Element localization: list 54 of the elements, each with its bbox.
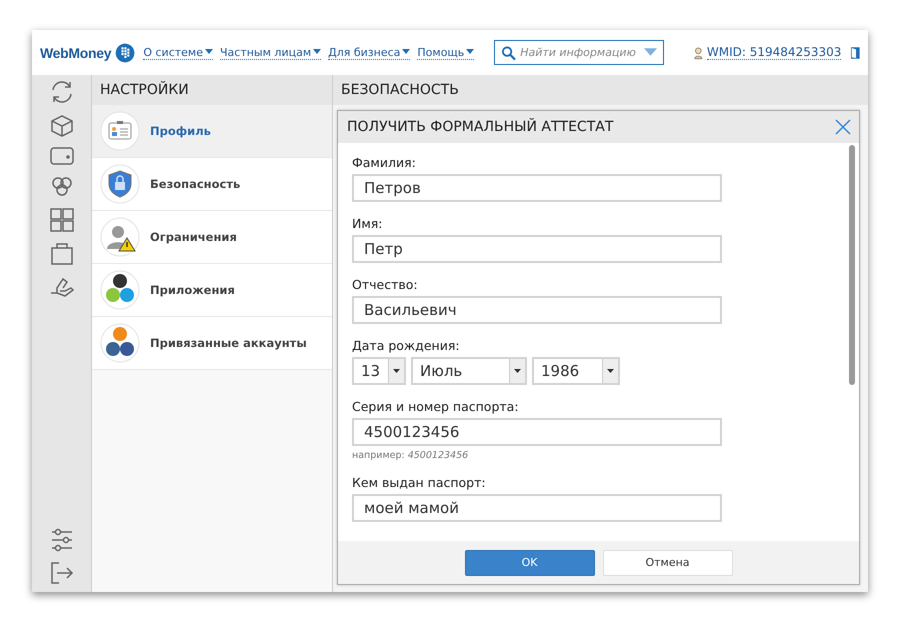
user-icon <box>694 44 703 60</box>
caret-icon <box>393 369 400 373</box>
restrictions-icon <box>100 217 140 257</box>
caret-icon <box>313 49 322 55</box>
caret-icon <box>514 369 521 373</box>
nav-menu-link[interactable]: Помощь <box>417 46 474 60</box>
accounts-icon <box>100 323 140 363</box>
search-field[interactable]: Найти информацию <box>494 40 664 65</box>
close-icon[interactable] <box>835 119 851 135</box>
profile-icon <box>100 111 140 151</box>
search-icon <box>501 44 516 60</box>
settings-menu-item[interactable]: Приложения <box>92 264 332 317</box>
field-label: Фамилия: <box>352 155 417 170</box>
dropdown-caret-icon <box>644 48 658 57</box>
wallet-icon[interactable] <box>48 145 74 167</box>
settings-menu-item[interactable]: Привязанные аккаунты <box>92 317 332 370</box>
text-input[interactable]: Петр <box>352 235 722 263</box>
field-label: Имя: <box>352 216 384 231</box>
cancel-button[interactable]: Отмена <box>602 550 732 576</box>
dropdown-select[interactable]: 13 <box>352 357 406 385</box>
wmid-link[interactable]: WMID: 519484253303 <box>706 45 842 60</box>
search-input[interactable]: Найти информацию <box>520 46 640 59</box>
text-input[interactable]: Петров <box>352 174 722 202</box>
logout-door-icon[interactable] <box>851 44 860 60</box>
nav-menu-link[interactable]: О системе <box>143 46 213 60</box>
nav-menu-link[interactable]: Для бизнеса <box>328 46 410 60</box>
dropdown-select[interactable]: 1986 <box>532 357 620 385</box>
scrollbar-thumb[interactable] <box>849 145 855 385</box>
settings-menu-item[interactable]: Ограничения <box>92 211 332 264</box>
caret-icon <box>205 49 213 55</box>
apps-icon <box>100 270 140 310</box>
settings-title: НАСТРОЙКИ <box>100 82 189 98</box>
ok-button[interactable]: OK <box>464 550 594 576</box>
exit-icon[interactable] <box>48 560 74 586</box>
caret-icon <box>466 49 474 55</box>
text-input[interactable]: Васильевич <box>352 296 722 324</box>
dropdown-select[interactable]: Июль <box>411 357 527 385</box>
field-hint: например: 4500123456 <box>352 450 470 461</box>
dialog-title: ПОЛУЧИТЬ ФОРМАЛЬНЫЙ АТТЕСТАТ <box>347 119 614 135</box>
settings-menu-item[interactable]: Профиль <box>92 105 332 158</box>
field-label: Серия и номер паспорта: <box>352 399 520 414</box>
caret-icon <box>402 49 410 55</box>
text-input[interactable]: моей мамой <box>352 494 722 522</box>
security-icon <box>100 164 140 204</box>
settings-menu-item[interactable]: Безопасность <box>92 158 332 211</box>
text-input[interactable]: 4500123456 <box>352 418 722 446</box>
section-title: БЕЗОПАСНОСТЬ <box>341 82 459 98</box>
logo-text[interactable]: WebMoney <box>40 44 112 60</box>
nav-menu-link[interactable]: Частным лицам <box>220 46 322 60</box>
services-grid-icon[interactable] <box>48 207 74 233</box>
caret-icon <box>607 369 614 373</box>
field-label: Отчество: <box>352 277 419 292</box>
field-label: Дата рождения: <box>352 338 461 353</box>
field-label: Кем выдан паспорт: <box>352 475 487 490</box>
